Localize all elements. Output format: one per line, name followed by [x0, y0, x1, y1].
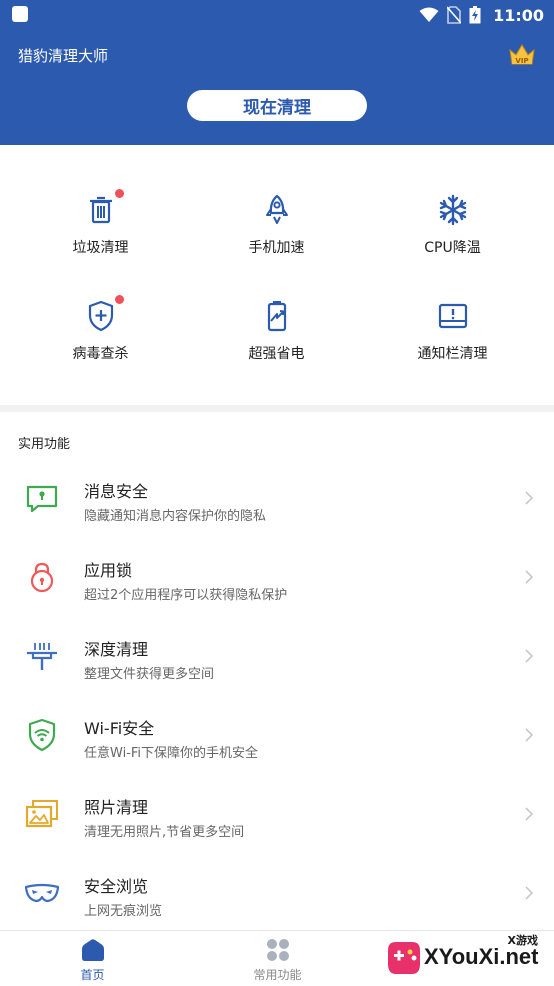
vip-label: VIP: [515, 57, 528, 65]
snowflake-icon: [436, 193, 470, 227]
notification-dot: [114, 295, 124, 304]
chevron-right-icon: [525, 491, 534, 505]
list-title: Wi-Fi安全: [84, 719, 155, 738]
list-item-safe-browsing[interactable]: 安全浏览 上网无痕浏览: [0, 855, 554, 934]
grid-item-power-saving[interactable]: 超强省电: [184, 299, 369, 399]
watermark-small-text: X游戏: [507, 934, 538, 947]
photos-icon: [24, 796, 60, 832]
list-item-photo-clean[interactable]: 照片清理 清理无用照片,节省更多空间: [0, 776, 554, 855]
chevron-right-icon: [525, 886, 534, 900]
nav-tab-home[interactable]: 首页: [0, 931, 185, 986]
watermark: XYouXi.net X游戏: [376, 930, 546, 986]
list-description: 整理文件获得更多空间: [84, 667, 215, 682]
grid-item-phone-boost[interactable]: 手机加速: [184, 193, 369, 293]
grid-label: 垃圾清理: [72, 240, 129, 256]
grid-item-notification-clean[interactable]: 通知栏清理: [360, 299, 545, 399]
gamepad-logo-icon: [388, 942, 420, 974]
list-title: 照片清理: [84, 798, 149, 817]
utility-list: 消息安全 隐藏通知消息内容保护你的隐私 应用锁 超过2个应用程序可以获得隐私保护: [0, 460, 554, 934]
chevron-right-icon: [525, 570, 534, 584]
brush-icon: [24, 638, 60, 674]
grid-label: 通知栏清理: [417, 346, 488, 362]
grid-label: 超强省电: [248, 346, 305, 362]
vip-crown-icon[interactable]: VIP: [508, 42, 536, 68]
header: 11:00 猎豹清理大师 VIP 现在清理: [0, 0, 554, 145]
trash-icon: [84, 189, 124, 227]
home-icon: [81, 939, 104, 961]
list-description: 超过2个应用程序可以获得隐私保护: [84, 588, 288, 603]
clean-now-button[interactable]: 现在清理: [187, 90, 367, 121]
list-item-deep-clean[interactable]: 深度清理 整理文件获得更多空间: [0, 618, 554, 697]
chevron-right-icon: [525, 649, 534, 663]
section-title: 实用功能: [18, 437, 71, 452]
list-description: 清理无用照片,节省更多空间: [84, 825, 245, 840]
notification-square-icon: [12, 6, 28, 22]
list-title: 应用锁: [84, 561, 133, 580]
list-item-wifi-security[interactable]: Wi-Fi安全 任意Wi-Fi下保障你的手机安全: [0, 697, 554, 776]
list-title: 安全浏览: [84, 877, 149, 896]
shield-plus-icon: [84, 295, 124, 333]
list-title: 消息安全: [84, 482, 149, 501]
notification-tray-icon: [436, 299, 470, 333]
wifi-icon: [419, 7, 439, 22]
status-bar: 11:00: [0, 0, 554, 30]
chevron-right-icon: [525, 728, 534, 742]
clock: 11:00: [493, 5, 544, 25]
battery-icon: [260, 299, 294, 333]
status-icons: 11:00: [419, 4, 544, 26]
nav-label: 常用功能: [253, 968, 302, 982]
list-title: 深度清理: [84, 640, 149, 659]
list-description: 隐藏通知消息内容保护你的隐私: [84, 509, 267, 524]
mask-icon: [24, 875, 60, 911]
wifi-shield-icon: [24, 717, 60, 753]
list-item-message-security[interactable]: 消息安全 隐藏通知消息内容保护你的隐私: [0, 460, 554, 539]
padlock-icon: [24, 559, 60, 595]
apps-icon: [266, 939, 289, 961]
grid-item-virus-scan[interactable]: 病毒查杀: [8, 295, 193, 399]
nav-label: 首页: [80, 968, 105, 982]
chevron-right-icon: [525, 807, 534, 821]
grid-label: 病毒查杀: [72, 346, 129, 362]
section-divider: [0, 405, 554, 412]
nav-tab-common-functions[interactable]: 常用功能: [185, 931, 370, 986]
message-lock-icon: [24, 480, 60, 516]
list-description: 上网无痕浏览: [84, 904, 163, 919]
grid-label: CPU降温: [424, 240, 481, 256]
rocket-icon: [260, 193, 294, 227]
app-screen: 11:00 猎豹清理大师 VIP 现在清理 垃圾清理 手机加速 CPU降温 病毒…: [0, 0, 554, 986]
no-sim-icon: [447, 6, 462, 24]
battery-charging-icon: [469, 6, 481, 24]
function-grid: 垃圾清理 手机加速 CPU降温 病毒查杀 超强省电 通知栏清理: [0, 145, 554, 405]
notification-dot: [114, 189, 124, 198]
app-title: 猎豹清理大师: [18, 47, 109, 65]
list-description: 任意Wi-Fi下保障你的手机安全: [84, 746, 259, 761]
grid-item-cpu-cooler[interactable]: CPU降温: [360, 193, 545, 293]
list-item-app-lock[interactable]: 应用锁 超过2个应用程序可以获得隐私保护: [0, 539, 554, 618]
grid-item-junk-clean[interactable]: 垃圾清理: [8, 189, 193, 293]
grid-label: 手机加速: [248, 240, 305, 256]
